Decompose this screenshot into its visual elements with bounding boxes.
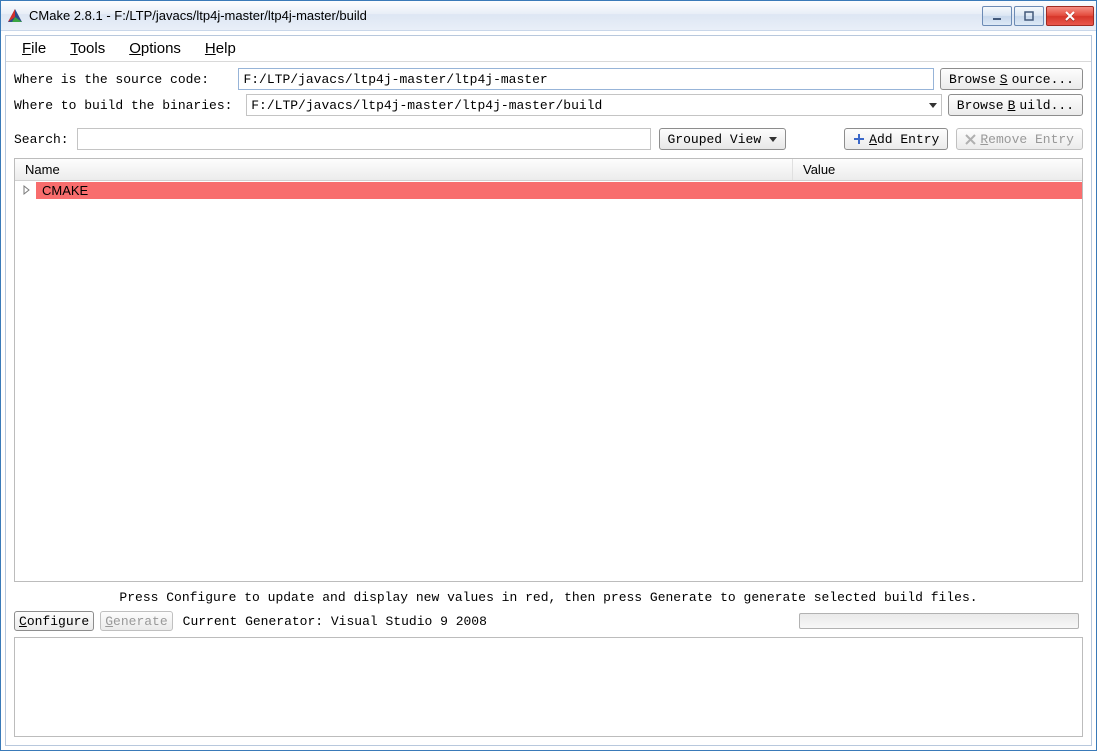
build-row: Where to build the binaries: F:/LTP/java…	[14, 94, 1083, 116]
browse-source-button[interactable]: Browse Source...	[940, 68, 1083, 90]
browse-build-button[interactable]: Browse Build...	[948, 94, 1083, 116]
column-value[interactable]: Value	[793, 159, 1082, 180]
table-row[interactable]: CMAKE	[15, 181, 1082, 199]
grouped-view-dropdown[interactable]: Grouped View	[659, 128, 787, 150]
search-label: Search:	[14, 132, 69, 147]
minimize-button[interactable]	[982, 6, 1012, 26]
row-label: CMAKE	[36, 182, 1082, 199]
grouped-view-label: Grouped View	[668, 132, 762, 147]
menu-tools[interactable]: Tools	[60, 38, 115, 59]
maximize-button[interactable]	[1014, 6, 1044, 26]
search-row: Search: Grouped View Add Entry Remove En…	[6, 126, 1091, 158]
search-input[interactable]	[77, 128, 651, 150]
menu-help[interactable]: Help	[195, 38, 246, 59]
remove-entry-button[interactable]: Remove Entry	[956, 128, 1083, 150]
source-input[interactable]	[238, 68, 934, 90]
menu-options[interactable]: Options	[119, 38, 191, 59]
build-value: F:/LTP/javacs/ltp4j-master/ltp4j-master/…	[251, 98, 602, 113]
cache-table-header: Name Value	[15, 159, 1082, 181]
source-label: Where is the source code:	[14, 72, 232, 87]
add-entry-button[interactable]: Add Entry	[844, 128, 948, 150]
x-icon	[965, 134, 976, 145]
menu-file[interactable]: File	[12, 38, 56, 59]
cmake-icon	[7, 8, 23, 24]
configure-button[interactable]: Configure	[14, 611, 94, 631]
menubar: File Tools Options Help	[6, 36, 1091, 62]
build-combo[interactable]: F:/LTP/javacs/ltp4j-master/ltp4j-master/…	[246, 94, 942, 116]
cache-table-body[interactable]: CMAKE	[15, 181, 1082, 581]
window-title: CMake 2.8.1 - F:/LTP/javacs/ltp4j-master…	[29, 8, 982, 23]
close-button[interactable]	[1046, 6, 1094, 26]
window-controls	[982, 6, 1094, 26]
action-row: Configure Generate Current Generator: Vi…	[6, 609, 1091, 637]
expand-icon[interactable]	[21, 184, 33, 196]
client-area: File Tools Options Help Where is the sou…	[5, 35, 1092, 746]
source-row: Where is the source code: Browse Source.…	[14, 68, 1083, 90]
current-generator-text: Current Generator: Visual Studio 9 2008	[183, 614, 487, 629]
chevron-down-icon	[769, 137, 777, 142]
app-window: CMake 2.8.1 - F:/LTP/javacs/ltp4j-master…	[0, 0, 1097, 751]
hint-text: Press Configure to update and display ne…	[6, 582, 1091, 609]
plus-icon	[853, 133, 865, 145]
output-log[interactable]	[14, 637, 1083, 737]
cache-table: Name Value CMAKE	[14, 158, 1083, 582]
generate-button[interactable]: Generate	[100, 611, 172, 631]
progress-bar	[799, 613, 1079, 629]
column-name[interactable]: Name	[15, 159, 793, 180]
paths-section: Where is the source code: Browse Source.…	[6, 62, 1091, 126]
build-label: Where to build the binaries:	[14, 98, 240, 113]
chevron-down-icon	[929, 103, 937, 108]
titlebar: CMake 2.8.1 - F:/LTP/javacs/ltp4j-master…	[1, 1, 1096, 31]
